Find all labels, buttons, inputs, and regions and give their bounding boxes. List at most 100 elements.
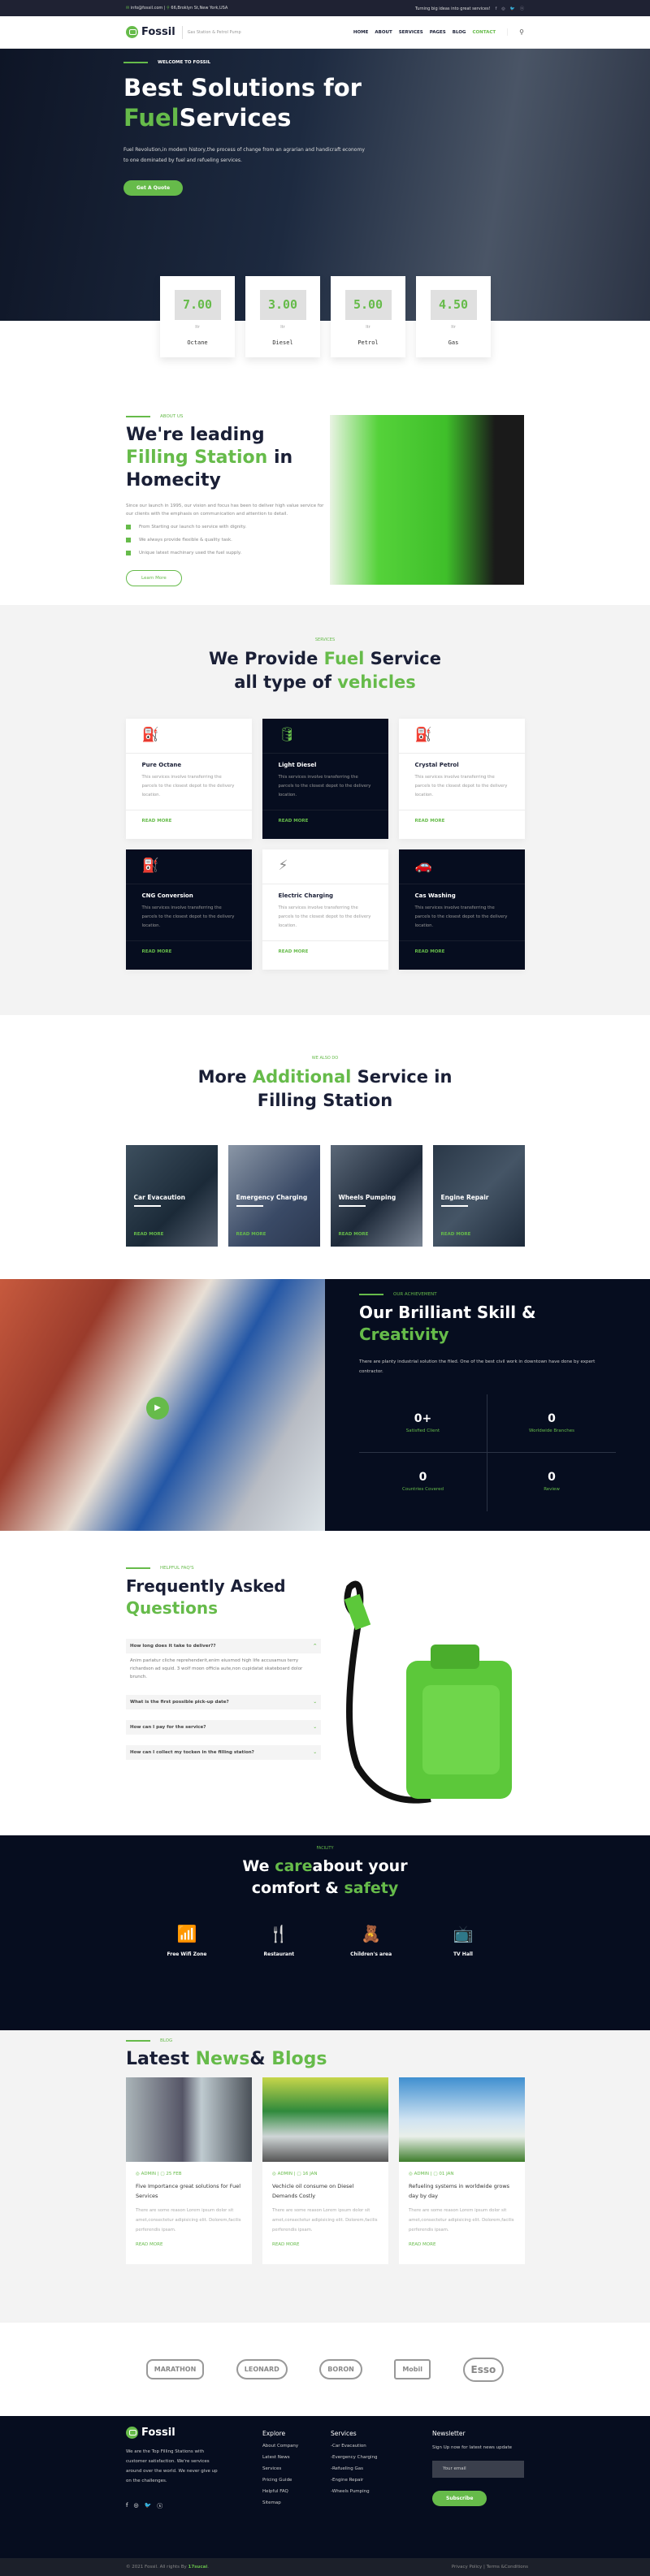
service-card[interactable]: ⚡ Electric Charging This services involve … [262,849,388,970]
footer-link[interactable]: -Engine Repair [331,2478,378,2483]
footer-link[interactable]: -Wheels Pumping [331,2489,378,2494]
footer-link[interactable]: Pricing Guide [262,2478,298,2483]
service-tile[interactable]: Engine Repair READ MORE [432,1145,525,1247]
restaurant-icon: 🍴 [268,1924,289,1943]
blog-post[interactable]: ◎ ADMIN | ▢ 25 FEB Five Importance great … [126,2077,252,2264]
fuel-pump-icon: ⛽ [125,719,252,754]
car-wash-icon: 🚗 [398,849,525,884]
service-title: Cas Washing [414,893,456,899]
twitter-icon[interactable]: 🐦 [145,2502,152,2510]
nav-pages[interactable]: PAGES [430,30,446,35]
legal-links[interactable]: Privacy Policy | Terms &Conditions [452,2565,528,2570]
logo[interactable]: Fossil [126,26,176,38]
get-quote-button[interactable]: Get A Quote [124,180,184,196]
skype-icon[interactable]: ⓢ [157,2502,162,2510]
stat: 0+ Satisfied Client [359,1394,488,1453]
footer-link[interactable]: Services [262,2466,298,2471]
faq-question[interactable]: How can I collect my tocken in the filli… [126,1745,321,1760]
top-bar: ✉ info@fossil.com | ⚲ 66,Broklyn St,New … [0,0,650,16]
nav-contact[interactable]: CONTACT [472,30,496,35]
read-more-link[interactable]: READ MORE [134,1232,164,1237]
logo-icon [126,26,138,38]
blog-post[interactable]: ◎ ADMIN | ▢ 16 JAN Vechicle oil consume o… [262,2077,388,2264]
additional-services-section: WE ALSO DO More Additional Service in Fil… [0,1015,650,1279]
faq-question[interactable]: How can I pay for the service? ⌄ [126,1720,321,1735]
post-title[interactable]: Refueling systems in worldwide grows day… [409,2181,515,2201]
location-icon: ⚲ [167,6,170,11]
footer-link[interactable]: -Refueling Gas [331,2466,378,2471]
contact-email[interactable]: info@fossil.com | [131,6,166,11]
facility-item: 📶 Free Wifi Zone [154,1924,219,1957]
search-icon[interactable]: ⚲ [507,28,524,36]
read-more-link[interactable]: READ MORE [126,941,252,962]
service-card[interactable]: ⛽ CNG Conversion This services involve tra… [125,849,252,970]
read-more-link[interactable]: READ MORE [126,810,252,832]
read-more-link[interactable]: READ MORE [136,2242,242,2247]
read-more-link[interactable]: READ MORE [236,1232,266,1237]
service-tile[interactable]: Car Evacaution READ MORE [125,1145,218,1247]
cng-station-icon: ⛽ [125,849,252,884]
footer-link[interactable]: About Company [262,2444,298,2448]
footer-link[interactable]: Sitemap [262,2500,298,2505]
nav-blog[interactable]: BLOG [453,30,466,35]
jerrycan-icon: 🛢 [262,719,388,754]
facility-item: 📺 TV Hall [431,1924,496,1957]
footer-link[interactable]: Latest News [262,2455,298,2460]
facility-eyebrow: FACILITY [316,1846,334,1851]
facebook-icon[interactable]: f [126,2502,128,2510]
play-icon[interactable]: ▶ [146,1397,169,1420]
learn-more-button[interactable]: Learn More [126,570,182,586]
hero-text: Fuel Revolution,in modern history,the pr… [124,147,365,163]
service-card[interactable]: ⛽ Pure Octane This services involve transf… [125,719,252,839]
service-card[interactable]: ⛽ Crystal Petrol This services involve tra… [398,719,525,839]
read-more-link[interactable]: READ MORE [441,1232,471,1237]
tagline: Gas Station & Petrol Pump [181,25,241,39]
facebook-icon[interactable]: f [496,6,497,11]
service-text: This services involve transferring the p… [414,905,508,928]
blog-post[interactable]: ◎ ADMIN | ▢ 01 JAN Refueling systems in w… [399,2077,525,2264]
footer: Fossil We are the Top Filling Stations w… [0,2416,650,2558]
author-link[interactable]: 17sucai [188,2565,208,2570]
service-tile[interactable]: Emergency Charging READ MORE [228,1145,320,1247]
nav-home[interactable]: HOME [353,30,369,35]
instagram-icon[interactable]: ◎ [133,2502,138,2510]
read-more-link[interactable]: READ MORE [262,810,388,832]
post-excerpt: There are some reason Lorem ipsum dolor … [409,2208,514,2232]
service-text: This services involve transferring the p… [141,905,235,928]
about-point: From Starting our launch to service with… [126,525,329,529]
chevron-down-icon: ⌄ [313,1700,317,1705]
calendar-icon: ▢ [160,2172,165,2176]
twitter-icon[interactable]: 🐦 [510,6,515,11]
nav-services[interactable]: SERVICES [399,30,423,35]
footer-link[interactable]: -Car Evacaution [331,2444,378,2448]
instagram-icon[interactable]: ◎ [501,6,505,11]
faq-question[interactable]: What is the first possible pick-up date?… [126,1695,321,1709]
post-title[interactable]: Five Importance great solutions for Fuel… [136,2181,242,2201]
newsletter-email-input[interactable]: Your email [432,2461,524,2478]
tile-title: Wheels Pumping [339,1194,396,1207]
service-tile[interactable]: Wheels Pumping READ MORE [330,1145,422,1247]
price-value: 5.00 [344,290,392,320]
post-title[interactable]: Vechicle oil consume on Diesel Demands C… [272,2181,379,2201]
skype-icon[interactable]: ⓢ [520,6,524,11]
copyright: © 2021 Fossil. All rights By 17sucai. [126,2565,209,2570]
read-more-link[interactable]: READ MORE [339,1232,369,1237]
service-card[interactable]: 🛢 Light Diesel This services involve trans… [262,719,388,839]
service-card[interactable]: 🚗 Cas Washing This services involve transf… [398,849,525,970]
subscribe-button[interactable]: Subscribe [432,2491,488,2506]
nav-about[interactable]: ABOUT [375,30,392,35]
footer-logo[interactable]: Fossil [126,2427,650,2439]
fuel-attendant-image: ▶ [0,1279,325,1531]
faq-question[interactable]: How long does it take to deliver?? ^ [126,1639,321,1653]
read-more-link[interactable]: READ MORE [399,810,525,832]
read-more-link[interactable]: READ MORE [262,941,388,962]
read-more-link[interactable]: READ MORE [409,2242,515,2247]
read-more-link[interactable]: READ MORE [272,2242,379,2247]
read-more-link[interactable]: READ MORE [399,941,525,962]
brand-name: Fossil [141,26,176,38]
footer-link[interactable]: Helpful FAQ [262,2489,298,2494]
chevron-down-icon: ⌄ [313,1750,317,1755]
petrol-can-icon: ⛽ [398,719,525,754]
footer-link[interactable]: -Evergency Charging [331,2455,378,2460]
mail-icon: ✉ [126,6,130,11]
